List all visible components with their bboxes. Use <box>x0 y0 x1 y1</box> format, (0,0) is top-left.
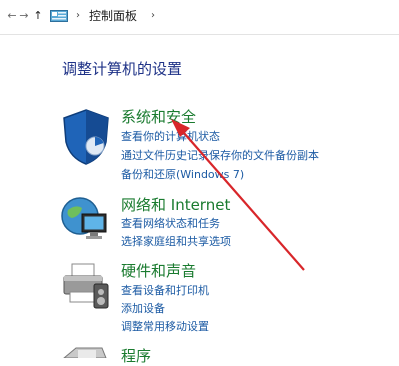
control-panel-icon <box>50 10 68 22</box>
breadcrumb-separator: › <box>76 10 80 21</box>
address-bar: ← → ↑ › 控制面板 › <box>0 0 399 35</box>
link-add-device[interactable]: 添加设备 <box>121 301 165 317</box>
category-network-internet[interactable]: 网络和 Internet <box>121 196 230 215</box>
link-backup-restore[interactable]: 备份和还原(Windows 7) <box>121 167 244 183</box>
link-mobility-settings[interactable]: 调整常用移动设置 <box>121 319 209 335</box>
breadcrumb-separator[interactable]: › <box>151 9 155 23</box>
category-hardware-sound[interactable]: 硬件和声音 <box>121 262 196 281</box>
network-globe-icon <box>61 197 107 239</box>
breadcrumb-control-panel[interactable]: 控制面板 <box>89 9 137 23</box>
printer-icon <box>63 263 109 309</box>
shield-icon <box>63 109 109 165</box>
forward-arrow-icon[interactable]: → <box>18 9 30 23</box>
link-devices-printers[interactable]: 查看设备和打印机 <box>121 283 209 299</box>
link-homegroup-sharing[interactable]: 选择家庭组和共享选项 <box>121 234 231 250</box>
category-system-security[interactable]: 系统和安全 <box>121 108 196 127</box>
up-arrow-icon[interactable]: ↑ <box>32 9 44 23</box>
programs-icon <box>63 347 107 358</box>
page-title: 调整计算机的设置 <box>62 60 183 78</box>
back-arrow-icon[interactable]: ← <box>6 9 18 23</box>
link-view-computer-status[interactable]: 查看你的计算机状态 <box>121 129 220 145</box>
category-programs[interactable]: 程序 <box>121 347 151 366</box>
link-view-network-status[interactable]: 查看网络状态和任务 <box>121 216 220 232</box>
link-file-history-backup[interactable]: 通过文件历史记录保存你的文件备份副本 <box>121 148 319 164</box>
